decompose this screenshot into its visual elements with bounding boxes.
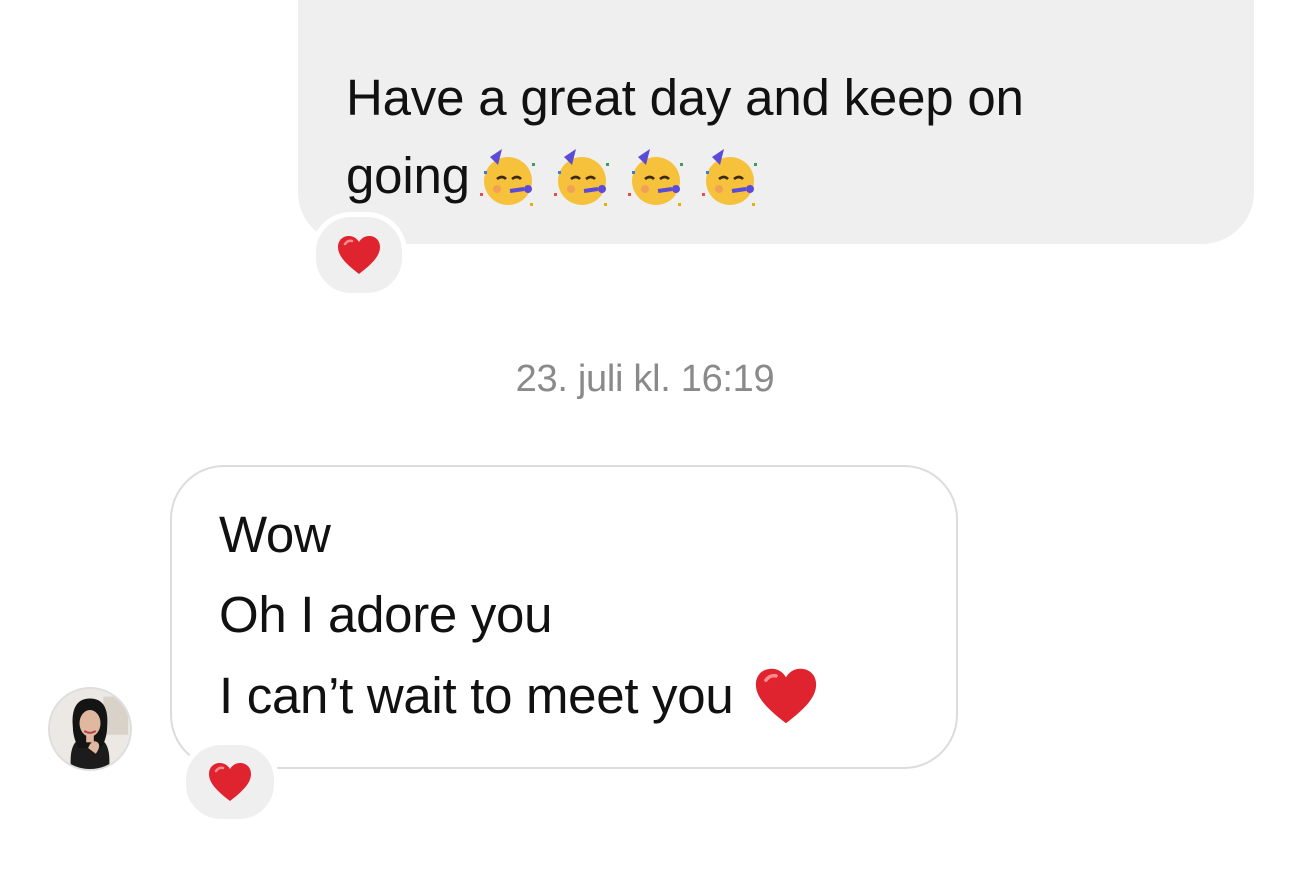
contact-avatar[interactable]	[48, 687, 132, 771]
partying-face-emoji-icon	[546, 143, 618, 209]
outgoing-message-reaction[interactable]	[311, 212, 407, 298]
red-heart-emoji-icon	[753, 665, 819, 727]
incoming-message-bubble[interactable]: Wow Oh I adore you I can’t wait to meet …	[170, 465, 958, 769]
incoming-message-reaction[interactable]	[181, 740, 279, 824]
message-timestamp: 23. juli kl. 16:19	[515, 358, 775, 400]
partying-face-emoji-icon	[620, 143, 692, 209]
heart-icon	[338, 236, 380, 274]
outgoing-message-text-line2: going	[346, 143, 766, 209]
partying-face-emoji-icon	[472, 143, 544, 209]
outgoing-message-text-line1: Have a great day and keep on	[346, 69, 1024, 126]
incoming-message-text-line2: Oh I adore you	[219, 586, 553, 643]
incoming-message-text-line3: I can’t wait to meet you	[219, 667, 734, 724]
incoming-message-text-line3-row: I can’t wait to meet you	[219, 665, 819, 727]
partying-face-emoji-icon	[694, 143, 766, 209]
incoming-message-text-line1: Wow	[219, 506, 331, 563]
outgoing-message-text-going: going	[346, 147, 470, 204]
avatar-photo-icon	[50, 689, 130, 769]
heart-icon	[209, 763, 251, 801]
outgoing-message-bubble[interactable]: Have a great day and keep on going	[298, 0, 1254, 244]
